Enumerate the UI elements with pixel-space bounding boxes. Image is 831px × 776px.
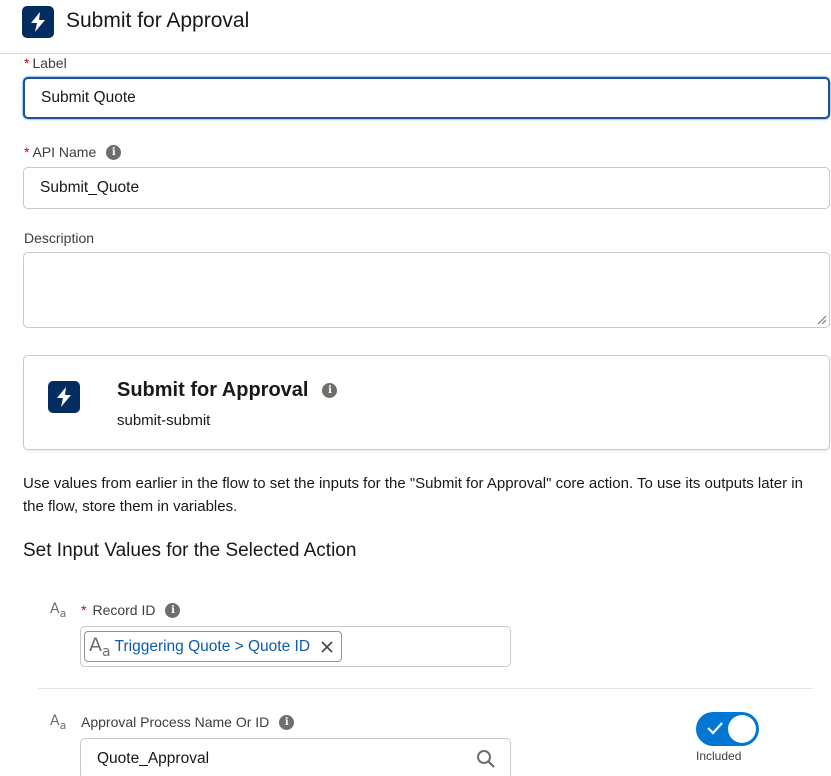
label-input-value: Submit Quote — [41, 89, 136, 106]
panel-header: Submit for Approval — [0, 0, 831, 54]
info-icon[interactable]: i — [279, 714, 295, 730]
required-marker: * — [24, 144, 30, 160]
help-text: Use values from earlier in the flow to s… — [23, 475, 803, 515]
lightning-bolt-icon — [22, 6, 54, 38]
info-icon[interactable]: i — [322, 383, 338, 398]
approval-process-input[interactable]: Quote_Approval — [80, 738, 511, 776]
include-toggle-label: Included — [696, 749, 742, 763]
section-title: Set Input Values for the Selected Action — [23, 540, 357, 561]
text-type-icon: Aa — [50, 601, 67, 620]
resource-pill[interactable]: Aa Triggering Quote > Quote ID — [84, 631, 343, 662]
label-field-label: * Label — [24, 55, 67, 71]
action-card-subtitle: submit-submit — [117, 412, 211, 429]
description-field-text: Description — [24, 230, 95, 246]
text-type-icon: Aa — [50, 713, 67, 732]
info-icon[interactable]: i — [165, 602, 181, 618]
api-name-input-value: Submit_Quote — [40, 179, 140, 196]
close-icon[interactable] — [319, 639, 335, 655]
approval-process-label-text: Approval Process Name Or ID — [81, 714, 270, 730]
info-icon[interactable]: i — [106, 144, 122, 160]
label-input[interactable]: Submit Quote — [23, 77, 830, 119]
api-name-field-text: API Name — [32, 144, 97, 160]
record-id-label-text: Record ID — [92, 602, 156, 618]
api-name-field-label: * API Name i — [24, 144, 122, 160]
api-name-input[interactable]: Submit_Quote — [23, 167, 830, 209]
description-field-label: Description — [24, 230, 94, 246]
text-type-icon: Aa — [89, 633, 111, 660]
lightning-bolt-icon — [48, 381, 80, 413]
record-id-input[interactable]: Aa Triggering Quote > Quote ID — [80, 626, 511, 667]
approval-process-label: Approval Process Name Or ID i — [81, 714, 295, 730]
required-marker: * — [81, 602, 87, 618]
resource-pill-label: Triggering Quote > Quote ID — [114, 637, 311, 655]
include-toggle[interactable] — [696, 712, 759, 746]
required-marker: * — [24, 55, 30, 71]
label-field-text: Label — [32, 55, 67, 71]
resize-handle-icon[interactable] — [817, 315, 827, 325]
divider — [38, 688, 813, 689]
action-card-title: Submit for Approval i — [117, 379, 338, 402]
action-card: Submit for Approval i submit-submit — [23, 355, 830, 450]
toggle-knob — [728, 715, 756, 743]
description-textarea[interactable] — [23, 252, 830, 328]
search-icon[interactable] — [476, 749, 496, 769]
approval-process-value: Quote_Approval — [97, 749, 210, 767]
record-id-label: * Record ID i — [81, 602, 181, 618]
action-card-title-text: Submit for Approval — [117, 379, 309, 401]
panel-title: Submit for Approval — [66, 9, 250, 32]
checkmark-icon — [707, 722, 723, 735]
